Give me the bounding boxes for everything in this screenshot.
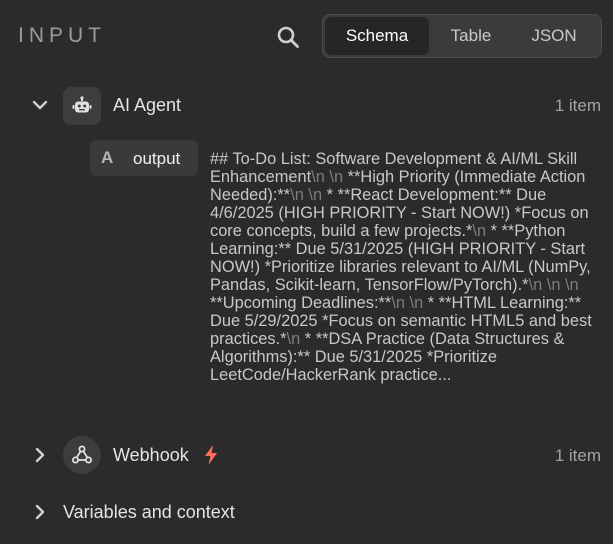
node-name-ai-agent: AI Agent bbox=[113, 95, 182, 115]
robot-icon bbox=[72, 96, 92, 113]
newline-marker: \n bbox=[409, 294, 424, 312]
field-output[interactable]: A output bbox=[90, 140, 198, 176]
field-value-output: ## To-Do List: Software Development & AI… bbox=[210, 150, 605, 422]
view-mode-switch: Schema Table JSON bbox=[322, 14, 602, 58]
newline-marker: \n bbox=[290, 186, 304, 204]
newline-marker: \n bbox=[329, 168, 344, 186]
newline-marker: \n bbox=[391, 294, 405, 312]
item-count: 1 item bbox=[554, 446, 601, 465]
node-icon-box bbox=[63, 87, 101, 125]
webhook-icon bbox=[72, 445, 92, 464]
search-icon[interactable] bbox=[276, 25, 300, 49]
newline-marker: \n bbox=[528, 276, 543, 294]
variables-context-label: Variables and context bbox=[63, 502, 235, 522]
item-count: 1 item bbox=[554, 96, 601, 115]
tab-schema[interactable]: Schema bbox=[325, 17, 429, 55]
newline-marker: \n bbox=[308, 186, 323, 204]
node-name-webhook: Webhook bbox=[113, 445, 189, 465]
newline-marker: \n bbox=[546, 276, 561, 294]
input-panel: INPUT Schema Table JSON AI Agent 1 item … bbox=[0, 0, 613, 544]
string-type-icon: A bbox=[101, 148, 114, 167]
newline-marker: \n bbox=[565, 276, 579, 294]
tab-table[interactable]: Table bbox=[429, 17, 513, 55]
field-name: output bbox=[133, 149, 181, 168]
chevron-down-icon[interactable] bbox=[32, 97, 48, 113]
panel-title: INPUT bbox=[18, 24, 106, 47]
bolt-icon bbox=[205, 445, 217, 465]
tab-json[interactable]: JSON bbox=[513, 17, 595, 55]
newline-marker: \n bbox=[311, 168, 325, 186]
chevron-right-icon[interactable] bbox=[32, 504, 48, 520]
value-text: **Upcoming Deadlines:** bbox=[210, 294, 392, 312]
newline-marker: \n bbox=[286, 330, 301, 348]
chevron-right-icon[interactable] bbox=[32, 447, 48, 463]
newline-marker: \n bbox=[472, 222, 487, 240]
node-icon-box bbox=[63, 436, 101, 474]
